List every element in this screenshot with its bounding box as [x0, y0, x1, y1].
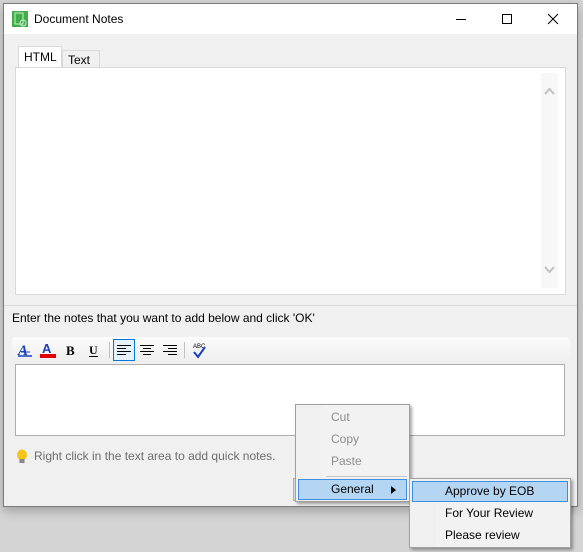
notes-input[interactable] [15, 364, 565, 436]
maximize-icon [502, 14, 512, 24]
context-menu: Cut Copy Paste General [295, 404, 410, 502]
font-style-icon: A [17, 343, 32, 358]
align-right-button[interactable] [159, 339, 181, 361]
scroll-up-icon[interactable] [544, 87, 555, 95]
document-notes-window: Document Notes HTML Text Enter the notes… [3, 3, 578, 507]
toolbar-separator [184, 342, 185, 358]
font-color-icon: A [40, 341, 56, 358]
formatting-toolbar: A A B U ABC [12, 337, 570, 363]
spellcheck-icon: ABC [193, 344, 206, 359]
tab-text[interactable]: Text [62, 50, 100, 68]
font-color-button[interactable]: A [37, 339, 59, 361]
menu-item-copy[interactable]: Copy [298, 429, 407, 450]
divider [4, 305, 577, 306]
tab-html[interactable]: HTML [18, 46, 62, 68]
align-left-icon [117, 345, 131, 355]
window-title: Document Notes [34, 12, 124, 26]
svg-text:U: U [89, 343, 98, 357]
scroll-down-icon[interactable] [544, 266, 555, 274]
close-icon [547, 13, 559, 25]
bold-button[interactable]: B [60, 339, 82, 361]
menu-item-cut[interactable]: Cut [298, 407, 407, 428]
align-center-icon [140, 345, 154, 355]
submenu-arrow-icon [391, 486, 396, 494]
app-icon [12, 11, 28, 27]
menu-item-general[interactable]: General [298, 479, 407, 500]
menu-item-for-your-review[interactable]: For Your Review [412, 503, 568, 524]
maximize-button[interactable] [484, 4, 530, 34]
underline-button[interactable]: U [83, 339, 105, 361]
vertical-scrollbar[interactable] [541, 73, 558, 288]
align-center-button[interactable] [136, 339, 158, 361]
menu-item-general-label: General [331, 482, 374, 496]
bold-icon: B [66, 343, 75, 358]
lightbulb-icon [17, 449, 27, 463]
svg-text:B: B [66, 343, 75, 358]
minimize-icon [456, 19, 466, 20]
menu-item-approve-by-eob[interactable]: Approve by EOB [412, 481, 568, 502]
title-bar[interactable]: Document Notes [4, 4, 577, 34]
underline-icon: U [89, 343, 98, 357]
toolbar-separator [109, 342, 110, 358]
font-style-button[interactable]: A [14, 339, 36, 361]
align-left-button[interactable] [113, 339, 135, 361]
html-notes-view[interactable] [15, 67, 566, 295]
submenu-general: Approve by EOB For Your Review Please re… [409, 478, 571, 548]
close-button[interactable] [530, 4, 576, 34]
menu-item-please-review[interactable]: Please review [412, 525, 568, 546]
align-right-icon [163, 345, 177, 355]
spellcheck-button[interactable]: ABC [188, 339, 210, 361]
menu-item-paste[interactable]: Paste [298, 451, 407, 472]
menu-separator [326, 476, 407, 477]
svg-text:A: A [42, 341, 52, 356]
instructions-label: Enter the notes that you want to add bel… [12, 311, 315, 325]
hint-label: Right click in the text area to add quic… [34, 449, 276, 464]
minimize-button[interactable] [438, 4, 484, 34]
hint-text: Right click in the text area to add quic… [16, 449, 275, 465]
